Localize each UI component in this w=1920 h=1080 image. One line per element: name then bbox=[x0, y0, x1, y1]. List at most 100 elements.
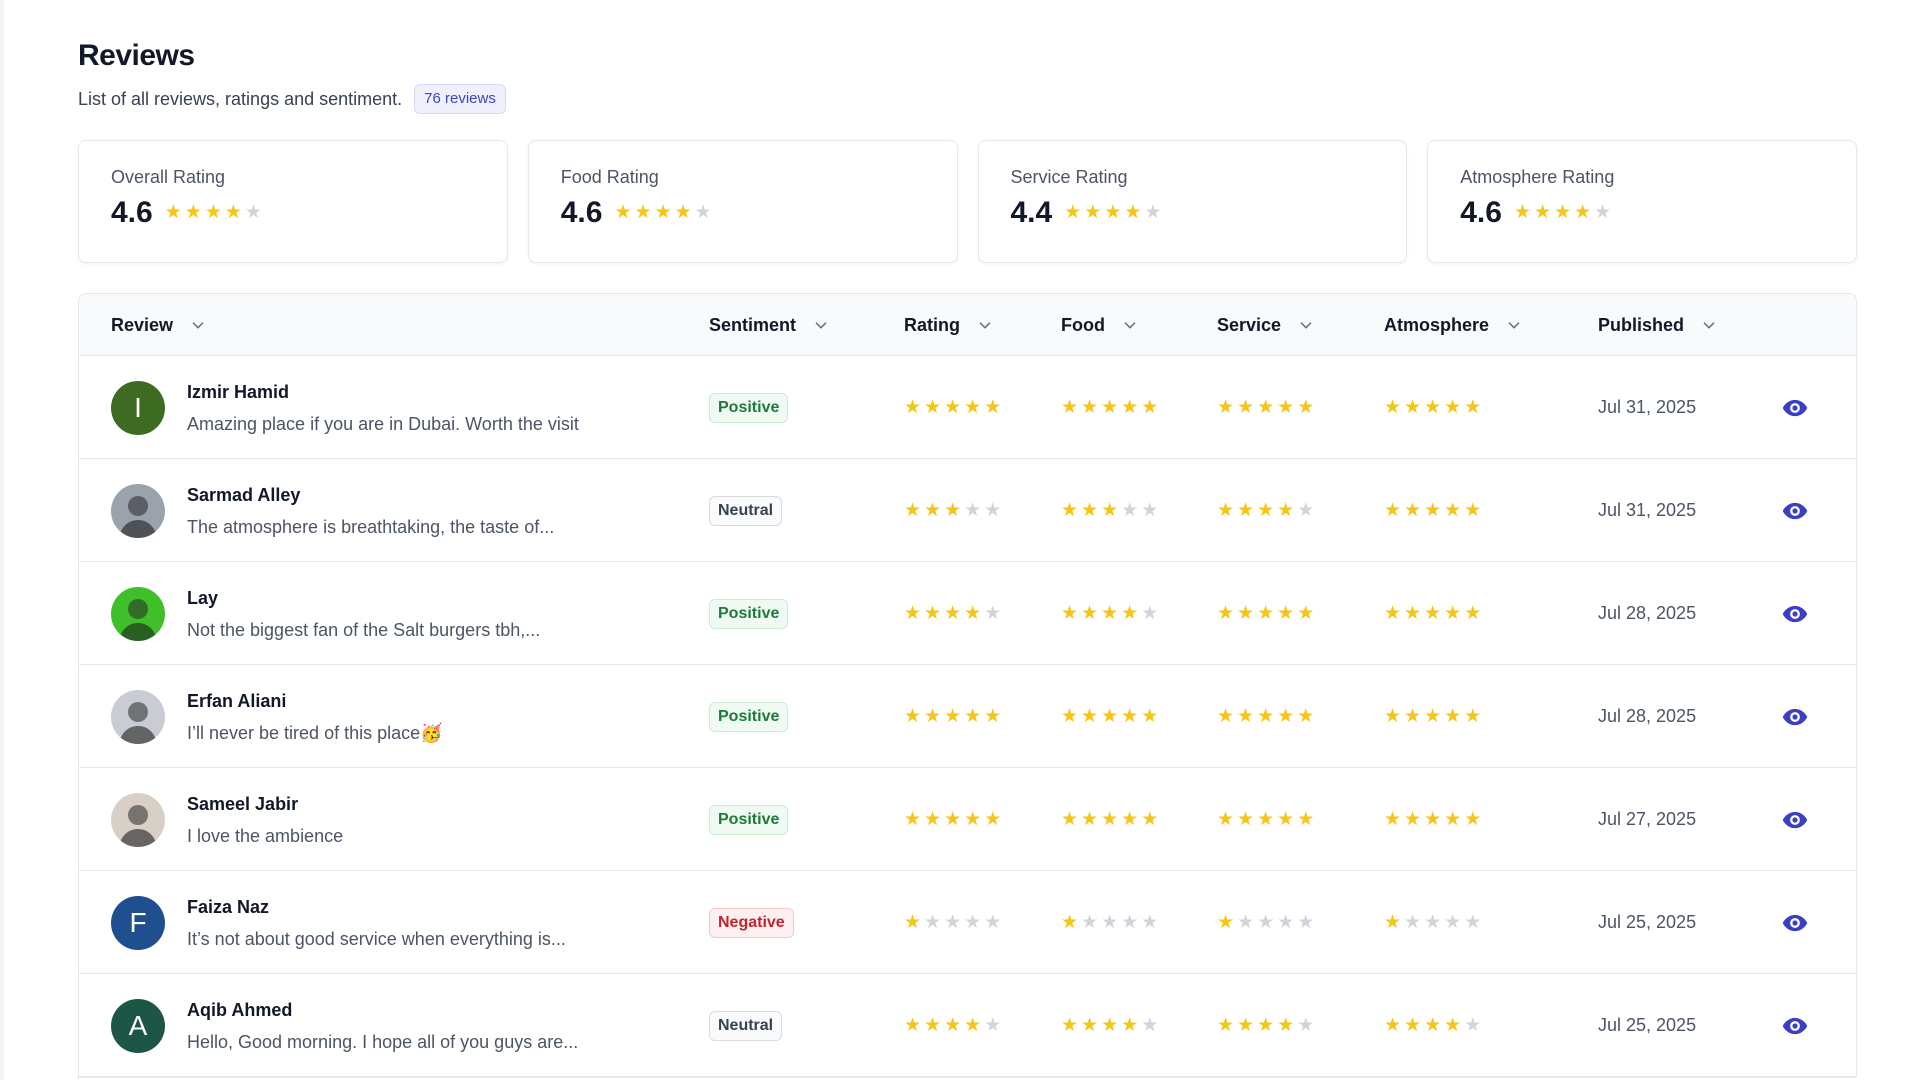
star-icon: ★ bbox=[1257, 1014, 1275, 1036]
sentiment-cell: Negative bbox=[709, 871, 794, 974]
rating-cell: ★ ★ ★ ★ ★ bbox=[904, 562, 1001, 665]
column-header-published[interactable]: Published bbox=[1598, 294, 1718, 356]
star-icon: ★ bbox=[904, 602, 922, 624]
table-body: I Izmir Hamid Amazing place if you are in … bbox=[79, 356, 1856, 1077]
table-row[interactable]: F Faiza Naz It’s not about good service wh… bbox=[79, 871, 1856, 974]
star-icon: ★ bbox=[1277, 1014, 1295, 1036]
eye-icon[interactable] bbox=[1781, 703, 1809, 731]
published-date: Jul 28, 2025 bbox=[1598, 603, 1697, 623]
table-row[interactable]: A Aqib Ahmed Hello, Good morning. I hope a… bbox=[79, 974, 1856, 1077]
star-icon: ★ bbox=[1277, 911, 1295, 933]
star-rating: ★ ★ ★ ★ ★ bbox=[1384, 705, 1481, 727]
star-icon: ★ bbox=[1297, 499, 1315, 521]
column-label: Food bbox=[1061, 314, 1105, 335]
star-icon: ★ bbox=[964, 705, 982, 727]
star-rating: ★ ★ ★ ★ ★ bbox=[904, 1014, 1001, 1036]
service-rating-cell: ★ ★ ★ ★ ★ bbox=[1217, 974, 1314, 1077]
review-cell: Sameel Jabir I love the ambience bbox=[111, 768, 343, 871]
star-icon: ★ bbox=[1424, 602, 1442, 624]
star-icon: ★ bbox=[1464, 808, 1482, 830]
star-icon: ★ bbox=[1574, 202, 1592, 223]
column-label: Service bbox=[1217, 314, 1282, 335]
eye-icon[interactable] bbox=[1781, 600, 1809, 628]
summary-card-value: 4.4 bbox=[1010, 196, 1053, 229]
table-row[interactable]: Sarmad Alley The atmosphere is breathtaki… bbox=[79, 459, 1856, 562]
eye-icon[interactable] bbox=[1781, 497, 1809, 525]
star-icon: ★ bbox=[1081, 499, 1099, 521]
chevron-down-icon[interactable] bbox=[1121, 316, 1139, 334]
table-row[interactable]: Erfan Aliani I’ll never be tired of this … bbox=[79, 665, 1856, 768]
chevron-down-icon[interactable] bbox=[1505, 316, 1523, 334]
star-icon: ★ bbox=[614, 202, 632, 223]
star-icon: ★ bbox=[1297, 911, 1315, 933]
star-icon: ★ bbox=[1101, 911, 1119, 933]
published-cell: Jul 28, 2025 bbox=[1598, 562, 1696, 665]
action-cell bbox=[1781, 459, 1809, 562]
table-row[interactable]: Lay Not the biggest fan of the Salt burge… bbox=[79, 562, 1856, 665]
eye-icon[interactable] bbox=[1781, 1012, 1809, 1040]
service-rating-cell: ★ ★ ★ ★ ★ bbox=[1217, 871, 1314, 974]
review-comment: I love the ambience bbox=[187, 825, 344, 846]
column-header-service[interactable]: Service bbox=[1217, 294, 1315, 356]
star-icon: ★ bbox=[1121, 808, 1139, 830]
star-icon: ★ bbox=[1257, 396, 1275, 418]
star-icon: ★ bbox=[244, 202, 262, 223]
column-header-food[interactable]: Food bbox=[1061, 294, 1139, 356]
summary-card-value-row: 4.6 ★ ★ ★ ★ ★ bbox=[561, 197, 925, 229]
published-cell: Jul 31, 2025 bbox=[1598, 356, 1696, 459]
star-icon: ★ bbox=[964, 602, 982, 624]
star-icon: ★ bbox=[944, 396, 962, 418]
star-rating: ★ ★ ★ ★ ★ bbox=[904, 499, 1002, 521]
table-row[interactable]: Sameel Jabir I love the ambience Positive ★… bbox=[79, 768, 1856, 871]
chevron-down-icon[interactable] bbox=[812, 316, 830, 334]
avatar bbox=[111, 689, 165, 744]
published-date: Jul 27, 2025 bbox=[1598, 809, 1697, 829]
star-rating: ★ ★ ★ ★ ★ bbox=[1061, 397, 1158, 418]
review-text: Lay Not the biggest fan of the Salt burge… bbox=[187, 587, 540, 641]
eye-icon[interactable] bbox=[1781, 394, 1809, 422]
star-icon: ★ bbox=[1594, 202, 1612, 223]
column-header-sentiment[interactable]: Sentiment bbox=[709, 294, 830, 356]
column-header-review[interactable]: Review bbox=[111, 294, 207, 356]
reviewer-name: Sarmad Alley bbox=[187, 484, 301, 505]
chevron-down-icon[interactable] bbox=[189, 316, 207, 334]
column-header-atmosphere[interactable]: Atmosphere bbox=[1384, 294, 1523, 356]
star-icon: ★ bbox=[984, 602, 1002, 624]
table-row[interactable]: I Izmir Hamid Amazing place if you are in … bbox=[79, 356, 1856, 459]
eye-icon[interactable] bbox=[1781, 806, 1809, 834]
review-text: Sameel Jabir I love the ambience bbox=[187, 793, 343, 847]
star-icon: ★ bbox=[634, 202, 652, 223]
star-icon: ★ bbox=[944, 602, 962, 624]
atmosphere-rating-cell: ★ ★ ★ ★ ★ bbox=[1384, 459, 1481, 562]
service-rating-cell: ★ ★ ★ ★ ★ bbox=[1217, 356, 1314, 459]
star-icon: ★ bbox=[904, 1014, 922, 1036]
review-comment: Not the biggest fan of the Salt burgers … bbox=[187, 619, 541, 640]
chevron-down-icon[interactable] bbox=[1297, 316, 1315, 334]
sentiment-badge: Negative bbox=[709, 907, 794, 938]
review-comment: It’s not about good service when everyth… bbox=[187, 928, 566, 949]
reviewer-name: Sameel Jabir bbox=[187, 793, 299, 814]
review-text: Aqib Ahmed Hello, Good morning. I hope al… bbox=[187, 999, 578, 1053]
star-icon: ★ bbox=[1101, 808, 1119, 830]
star-icon: ★ bbox=[1384, 808, 1402, 830]
chevron-down-icon[interactable] bbox=[976, 316, 994, 334]
profile-photo bbox=[119, 804, 157, 847]
star-icon: ★ bbox=[1444, 499, 1462, 521]
star-icon: ★ bbox=[1424, 499, 1442, 521]
column-header-rating[interactable]: Rating bbox=[904, 294, 994, 356]
eye-icon[interactable] bbox=[1781, 909, 1809, 937]
star-rating: ★ ★ ★ ★ ★ bbox=[1514, 203, 1611, 223]
published-cell: Jul 28, 2025 bbox=[1598, 665, 1696, 768]
published-date: Jul 31, 2025 bbox=[1598, 500, 1697, 520]
avatar bbox=[111, 483, 165, 538]
star-icon: ★ bbox=[1141, 499, 1159, 521]
star-icon: ★ bbox=[984, 499, 1002, 521]
chevron-down-icon[interactable] bbox=[1700, 316, 1718, 334]
star-icon: ★ bbox=[1217, 1014, 1235, 1036]
action-cell bbox=[1781, 768, 1809, 871]
summary-card-value-row: 4.4 ★ ★ ★ ★ ★ bbox=[1011, 197, 1375, 229]
star-icon: ★ bbox=[1237, 602, 1255, 624]
column-label: Review bbox=[111, 314, 174, 335]
service-rating-cell: ★ ★ ★ ★ ★ bbox=[1217, 665, 1314, 768]
star-icon: ★ bbox=[1424, 705, 1442, 727]
